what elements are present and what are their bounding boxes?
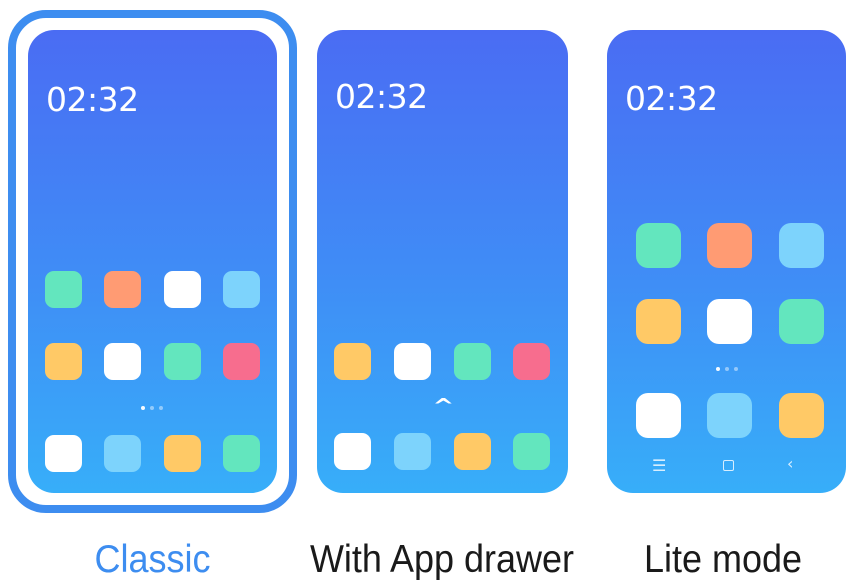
app-icon bbox=[636, 299, 681, 344]
layout-option-lite-mode[interactable]: 02:32 ☰ ‹ Lite mode bbox=[590, 0, 846, 581]
app-icon bbox=[164, 271, 201, 308]
app-icon bbox=[636, 223, 681, 268]
classic-preview: 02:32 bbox=[28, 30, 277, 493]
app-icon bbox=[779, 223, 824, 268]
app-icon bbox=[779, 299, 824, 344]
app-icon bbox=[104, 271, 141, 308]
app-icon bbox=[394, 343, 431, 380]
lite-mode-preview: 02:32 ☰ ‹ bbox=[607, 30, 846, 493]
menu-icon: ☰ bbox=[652, 456, 667, 475]
app-icon bbox=[513, 343, 550, 380]
app-icon bbox=[707, 299, 752, 344]
dock-app-icon bbox=[223, 435, 260, 472]
layout-option-app-drawer[interactable]: 02:32 ^ With App drawer bbox=[300, 0, 600, 581]
app-drawer-preview: 02:32 ^ bbox=[317, 30, 568, 493]
app-icon bbox=[45, 271, 82, 308]
app-icon bbox=[223, 271, 260, 308]
app-icon bbox=[707, 223, 752, 268]
app-icon bbox=[104, 343, 141, 380]
chevron-up-icon: ^ bbox=[432, 394, 455, 418]
option-label-app-drawer[interactable]: With App drawer bbox=[292, 536, 592, 581]
clock-text: 02:32 bbox=[46, 80, 139, 119]
dock-app-icon bbox=[104, 435, 141, 472]
app-icon bbox=[334, 343, 371, 380]
page-indicator bbox=[716, 367, 738, 371]
app-icon bbox=[636, 393, 681, 438]
layout-option-classic[interactable]: 02:32 Classic bbox=[0, 0, 305, 581]
dock-app-icon bbox=[513, 433, 550, 470]
page-indicator bbox=[141, 406, 163, 410]
dock-app-icon bbox=[164, 435, 201, 472]
app-icon bbox=[223, 343, 260, 380]
app-icon bbox=[707, 393, 752, 438]
app-icon bbox=[164, 343, 201, 380]
dock-app-icon bbox=[394, 433, 431, 470]
app-icon bbox=[454, 343, 491, 380]
clock-text: 02:32 bbox=[335, 77, 428, 116]
option-label-lite-mode[interactable]: Lite mode bbox=[600, 536, 846, 581]
dock-app-icon bbox=[454, 433, 491, 470]
clock-text: 02:32 bbox=[625, 79, 718, 118]
option-label-classic[interactable]: Classic bbox=[0, 536, 305, 581]
dock-app-icon bbox=[45, 435, 82, 472]
back-chevron-icon: ‹ bbox=[787, 454, 794, 473]
app-icon bbox=[45, 343, 82, 380]
home-square-icon bbox=[723, 456, 734, 475]
app-icon bbox=[779, 393, 824, 438]
dock-app-icon bbox=[334, 433, 371, 470]
